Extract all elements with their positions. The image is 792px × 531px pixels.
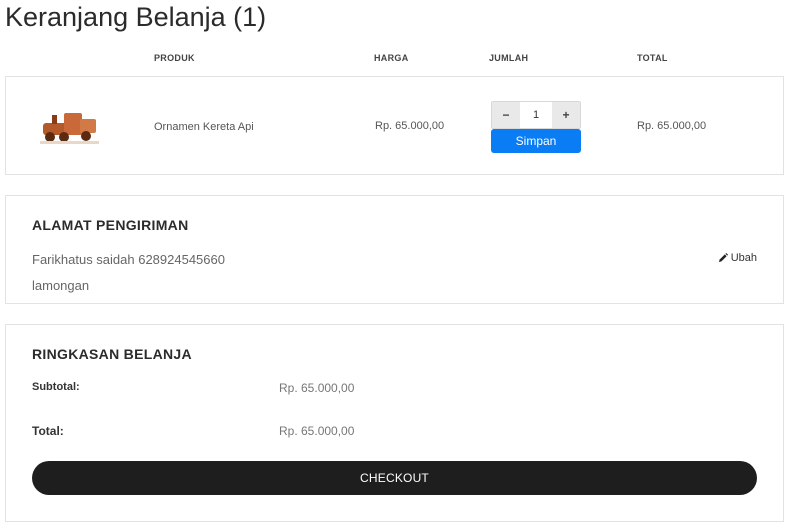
product-name[interactable]: Ornamen Kereta Api	[154, 121, 254, 133]
checkout-button[interactable]: CHECKOUT	[32, 461, 757, 495]
address-recipient: Farikhatus saidah 628924545660	[32, 252, 225, 267]
product-image[interactable]	[40, 105, 99, 149]
column-header-price: HARGA	[374, 53, 409, 63]
shipping-address-card: ALAMAT PENGIRIMAN Farikhatus saidah 6289…	[5, 195, 784, 304]
total-label: Total:	[32, 424, 64, 438]
pencil-icon	[718, 253, 728, 262]
product-total: Rp. 65.000,00	[637, 120, 707, 132]
cart-item-row: Ornamen Kereta Api Rp. 65.000,00 − + Sim…	[5, 76, 784, 175]
edit-address-link[interactable]: Ubah	[718, 252, 757, 264]
address-title: ALAMAT PENGIRIMAN	[32, 217, 189, 233]
product-price: Rp. 65.000,00	[375, 120, 445, 132]
summary-title: RINGKASAN BELANJA	[32, 346, 192, 362]
quantity-input[interactable]	[520, 102, 552, 128]
total-value: Rp. 65.000,00	[279, 424, 355, 438]
order-summary-card: RINGKASAN BELANJA Subtotal: Rp. 65.000,0…	[5, 324, 784, 522]
save-button[interactable]: Simpan	[491, 129, 581, 153]
column-header-quantity: JUMLAH	[489, 53, 529, 63]
increment-button[interactable]: +	[552, 102, 580, 128]
column-header-product: PRODUK	[154, 53, 195, 63]
decrement-button[interactable]: −	[492, 102, 520, 128]
column-header-total: TOTAL	[637, 53, 668, 63]
address-city: lamongan	[32, 278, 90, 293]
edit-address-label: Ubah	[730, 252, 757, 264]
subtotal-value: Rp. 65.000,00	[279, 381, 355, 395]
quantity-stepper: − +	[491, 101, 581, 129]
page-title: Keranjang Belanja (1)	[5, 2, 267, 32]
subtotal-label: Subtotal:	[32, 381, 80, 393]
